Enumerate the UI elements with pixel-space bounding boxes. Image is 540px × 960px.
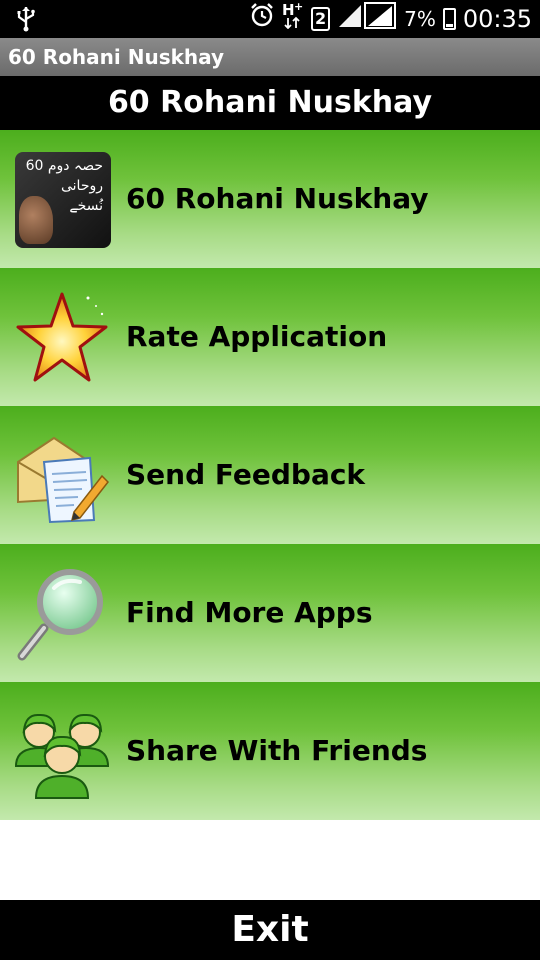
menu-item-label: Find More Apps [126, 596, 373, 629]
menu-item-find-more-apps[interactable]: Find More Apps [0, 544, 540, 682]
battery-charging-icon [442, 8, 456, 30]
clock-time: 00:35 [462, 5, 532, 33]
app-title-bar: 60 Rohani Nuskhay [0, 38, 540, 76]
menu-item-share-with-friends[interactable]: Share With Friends [0, 682, 540, 820]
alarm-icon [249, 2, 275, 36]
main-menu: 60 حصہ دوم روحانی نُسخے 60 Rohani Nuskha… [0, 130, 540, 820]
people-group-icon [14, 713, 110, 799]
menu-item-label: Send Feedback [126, 458, 366, 491]
book-cover-icon: 60 حصہ دوم روحانی نُسخے [15, 152, 111, 248]
menu-item-rate-application[interactable]: Rate Application [0, 268, 540, 406]
battery-percent: 7% [404, 7, 436, 31]
network-badge: 2 [310, 7, 331, 31]
menu-item-label: Rate Application [126, 320, 388, 353]
usb-icon [16, 6, 36, 38]
menu-item-rohani-nuskhay[interactable]: 60 حصہ دوم روحانی نُسخے 60 Rohani Nuskha… [0, 130, 540, 268]
svg-text:+: + [294, 1, 303, 13]
status-bar: H + 2 7% 00:35 [0, 0, 540, 38]
menu-item-label: 60 Rohani Nuskhay [126, 182, 429, 215]
magnifier-icon [17, 569, 103, 661]
exit-button[interactable]: Exit [0, 900, 540, 960]
svg-text:H: H [282, 1, 295, 19]
book-cover-line-2: روحانی [60, 178, 103, 194]
book-cover-line-1: 60 حصہ دوم [25, 158, 103, 174]
page-title: 60 Rohani Nuskhay [0, 76, 540, 130]
star-icon [16, 292, 108, 382]
hspa-plus-icon: H + [282, 0, 304, 37]
menu-item-label: Share With Friends [126, 734, 428, 767]
signal-icon [337, 1, 397, 37]
menu-item-send-feedback[interactable]: Send Feedback [0, 406, 540, 544]
envelope-document-icon [17, 436, 109, 524]
